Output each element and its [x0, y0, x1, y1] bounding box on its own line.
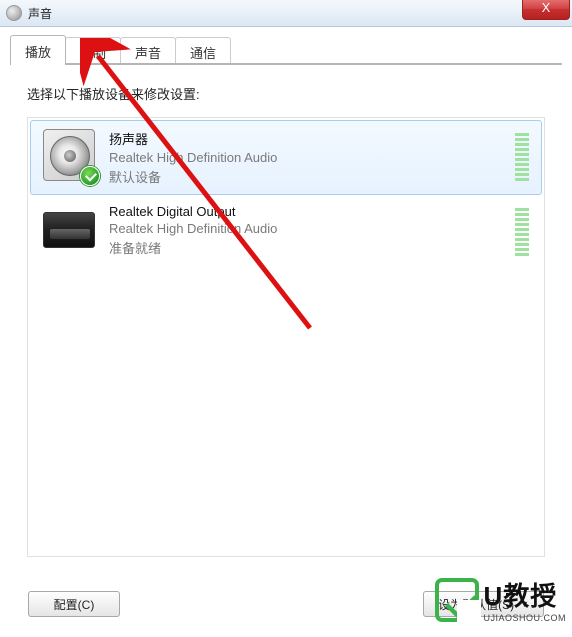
- device-name: Realtek Digital Output: [109, 204, 501, 219]
- device-status: 默认设备: [109, 167, 501, 186]
- watermark-badge-icon: [435, 578, 479, 622]
- window-title: 声音: [28, 5, 52, 22]
- configure-button[interactable]: 配置(C): [28, 591, 120, 617]
- titlebar: 声音 X: [0, 0, 572, 27]
- watermark: U教授 UJIAOSHOU.COM: [435, 576, 566, 623]
- tab-panel-playback: 选择以下播放设备来修改设置: 扬声器 Realtek High Definiti…: [10, 63, 562, 65]
- tab-communications[interactable]: 通信: [175, 37, 231, 65]
- default-badge-icon: [80, 166, 100, 186]
- watermark-text: U教授 UJIAOSHOU.COM: [483, 576, 566, 623]
- tab-sounds[interactable]: 声音: [120, 37, 176, 65]
- level-meter: [515, 206, 529, 256]
- device-item-speakers[interactable]: 扬声器 Realtek High Definition Audio 默认设备: [30, 120, 542, 195]
- device-list: 扬声器 Realtek High Definition Audio 默认设备: [27, 117, 545, 557]
- level-meter: [515, 131, 529, 181]
- watermark-main: U教授: [483, 576, 566, 613]
- digital-output-icon: [43, 212, 95, 248]
- tab-strip: 播放 录制 声音 通信 选择以下播放设备来修改设置: 扬声器: [0, 27, 572, 65]
- device-info: 扬声器 Realtek High Definition Audio 默认设备: [109, 129, 501, 186]
- watermark-sub: UJIAOSHOU.COM: [483, 613, 566, 623]
- tab-recording[interactable]: 录制: [65, 37, 121, 65]
- device-name: 扬声器: [109, 129, 501, 148]
- device-status: 准备就绪: [109, 238, 501, 257]
- close-button[interactable]: X: [522, 0, 570, 20]
- device-icon-wrap: [43, 204, 95, 256]
- device-subtitle: Realtek High Definition Audio: [109, 150, 501, 165]
- device-item-digital[interactable]: Realtek Digital Output Realtek High Defi…: [30, 195, 542, 266]
- device-subtitle: Realtek High Definition Audio: [109, 221, 501, 236]
- sound-window: 声音 X 播放 录制 声音 通信 选择以下播放设备来修改设置:: [0, 0, 572, 637]
- device-info: Realtek Digital Output Realtek High Defi…: [109, 204, 501, 257]
- device-icon-wrap: [43, 129, 95, 181]
- window-icon: [6, 5, 22, 21]
- instruction-text: 选择以下播放设备来修改设置:: [27, 84, 545, 103]
- tab-playback[interactable]: 播放: [10, 35, 66, 65]
